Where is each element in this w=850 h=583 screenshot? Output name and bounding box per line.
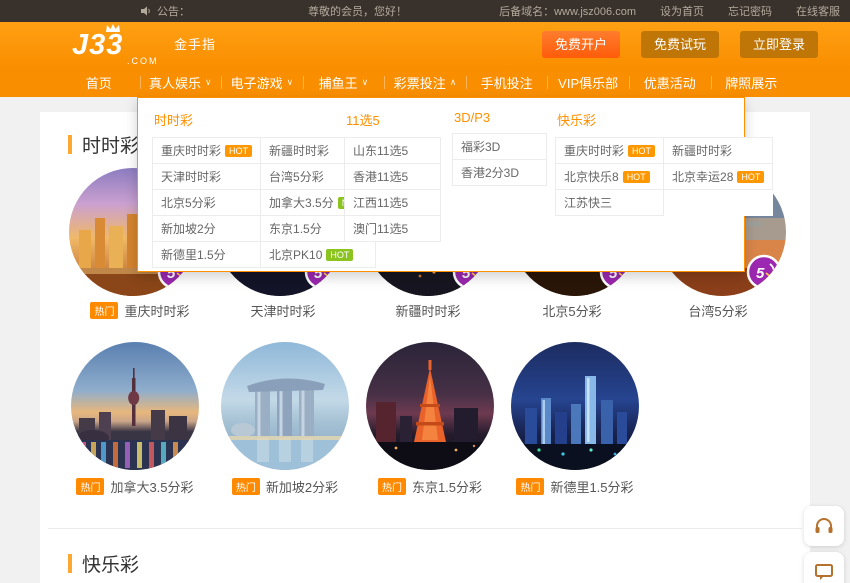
menu-item[interactable]: 福彩3D <box>453 134 547 160</box>
nav-lottery[interactable]: 彩票投注∧ <box>384 68 466 97</box>
logo-text: J33 <box>72 29 123 62</box>
hot-badge: HOT <box>628 145 655 157</box>
lottery-label-chongqing[interactable]: 热门 重庆时时彩 <box>60 301 220 320</box>
lottery-label-tianjin[interactable]: 天津时时彩 <box>203 301 363 320</box>
section-divider <box>48 528 802 529</box>
announcement: 公告： <box>140 3 190 19</box>
menu-item[interactable]: 重庆时时彩HOT <box>153 138 261 164</box>
lottery-photo-tokyo[interactable] <box>366 342 494 470</box>
page: 公告： 尊敬的会员，您好！ 后备域名：www.jsz006.com 设为首页 忘… <box>0 0 850 583</box>
section-title-klc: 快乐彩 <box>68 550 139 577</box>
menu-item[interactable]: 香港2分3D <box>453 160 547 186</box>
free-trial-button[interactable]: 免费试玩 <box>641 31 719 58</box>
main-nav: 首页 真人娱乐∨ 电子游戏∨ 捕鱼王∨ 彩票投注∧ 手机投注 VIP俱乐部 优惠… <box>0 68 850 97</box>
live-chat-button[interactable] <box>804 552 844 583</box>
menu-item[interactable]: 江苏快三 <box>556 190 664 216</box>
section-title-ssc: 时时彩 <box>68 131 139 158</box>
title-accent-bar <box>68 554 72 573</box>
hot-badge: HOT <box>326 249 353 261</box>
topbar: 公告： 尊敬的会员，您好！ 后备域名：www.jsz006.com 设为首页 忘… <box>0 0 850 22</box>
menu-item[interactable]: 北京快乐8HOT <box>556 164 664 190</box>
hot-badge: 热门 <box>90 302 118 319</box>
menu-col-title-3d: 3D/P3 <box>454 110 547 125</box>
menu-item[interactable]: 澳门11选5 <box>345 216 441 242</box>
menu-col-title-11x5: 11选5 <box>346 110 441 129</box>
menu-item[interactable]: 北京PK10HOT <box>261 242 376 268</box>
menu-item[interactable]: 新加坡2分 <box>153 216 261 242</box>
hot-badge: 热门 <box>378 478 406 495</box>
lottery-label-singapore[interactable]: 热门 新加坡2分彩 <box>205 477 365 496</box>
menu-item[interactable]: 天津时时彩 <box>153 164 261 190</box>
header: J33 .COM 金手指 免费开户 免费试玩 立即登录 <box>0 22 850 68</box>
chevron-down-icon: ∨ <box>287 77 294 88</box>
speaker-icon <box>140 5 152 17</box>
lottery-photo-delhi[interactable] <box>511 342 639 470</box>
site-logo[interactable]: J33 .COM 金手指 <box>72 25 302 67</box>
nav-promotions[interactable]: 优惠活动 <box>629 68 711 97</box>
menu-col-title-ssc: 时时彩 <box>154 110 376 129</box>
lottery-label-beijing5[interactable]: 北京5分彩 <box>492 301 652 320</box>
backup-domain-link[interactable]: 后备域名：www.jsz006.com <box>499 3 636 19</box>
svg-text:5: 5 <box>756 265 765 282</box>
free-register-button[interactable]: 免费开户 <box>542 31 620 58</box>
menu-item[interactable]: 香港11选5 <box>345 164 441 190</box>
nav-home[interactable]: 首页 <box>58 68 140 97</box>
lottery-photo-toronto[interactable] <box>71 342 199 470</box>
hot-badge: 热门 <box>232 478 260 495</box>
nav-vip-club[interactable]: VIP俱乐部 <box>547 68 629 97</box>
hot-badge: HOT <box>623 171 650 183</box>
menu-item[interactable]: 山东11选5 <box>345 138 441 164</box>
chat-icon <box>813 561 835 583</box>
lottery-label-taiwan5[interactable]: 台湾5分彩 <box>638 301 798 320</box>
menu-item[interactable]: 新疆时时彩 <box>664 138 773 164</box>
member-greeting: 尊敬的会员，您好！ <box>308 3 407 19</box>
nav-fishing[interactable]: 捕鱼王∨ <box>303 68 385 97</box>
hot-badge: HOT <box>225 145 252 157</box>
set-homepage-link[interactable]: 设为首页 <box>660 3 704 19</box>
nav-license[interactable]: 牌照展示 <box>711 68 793 97</box>
customer-service-button[interactable] <box>804 506 844 546</box>
lottery-photo-singapore[interactable] <box>221 342 349 470</box>
hot-badge: 热门 <box>516 478 544 495</box>
hot-badge: HOT <box>737 171 764 183</box>
lottery-mega-menu: 时时彩 重庆时时彩HOT 新疆时时彩 天津时时彩 台湾5分彩 北京5分彩 加拿大… <box>137 97 745 272</box>
lottery-label-canada[interactable]: 热门 加拿大3.5分彩 <box>55 477 215 496</box>
menu-item-empty <box>664 190 773 216</box>
chevron-down-icon: ∨ <box>205 77 212 88</box>
title-accent-bar <box>68 135 72 154</box>
forgot-password-link[interactable]: 忘记密码 <box>728 3 772 19</box>
chevron-up-icon: ∧ <box>450 77 457 88</box>
chevron-down-icon: ∨ <box>362 77 369 88</box>
menu-item[interactable]: 北京幸运28HOT <box>664 164 773 190</box>
nav-live-casino[interactable]: 真人娱乐∨ <box>140 68 222 97</box>
menu-col-title-klc: 快乐彩 <box>557 110 773 129</box>
logo-suffix: .COM <box>127 56 159 66</box>
online-service-link[interactable]: 在线客服 <box>796 3 840 19</box>
menu-item[interactable]: 重庆时时彩HOT <box>556 138 664 164</box>
floating-toolbar <box>804 506 844 583</box>
menu-item[interactable]: 新德里1.5分 <box>153 242 261 268</box>
login-button[interactable]: 立即登录 <box>740 31 818 58</box>
nav-slots[interactable]: 电子游戏∨ <box>221 68 303 97</box>
lottery-label-xinjiang[interactable]: 新疆时时彩 <box>348 301 508 320</box>
lottery-label-delhi[interactable]: 热门 新德里1.5分彩 <box>495 477 655 496</box>
logo-chinese-name: 金手指 <box>174 34 216 53</box>
nav-mobile-bet[interactable]: 手机投注 <box>466 68 548 97</box>
announcement-label: 公告： <box>157 3 190 19</box>
lottery-timer-badge: 5 <box>746 254 782 290</box>
headset-icon <box>813 515 835 537</box>
hot-badge: 热门 <box>76 478 104 495</box>
lottery-label-tokyo[interactable]: 热门 东京1.5分彩 <box>350 477 510 496</box>
menu-item[interactable]: 江西11选5 <box>345 190 441 216</box>
menu-item[interactable]: 北京5分彩 <box>153 190 261 216</box>
